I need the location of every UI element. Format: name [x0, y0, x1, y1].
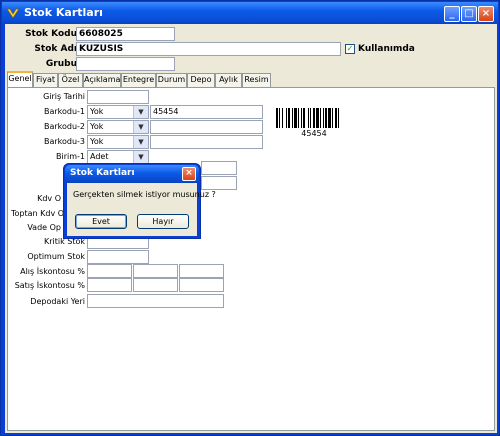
kdv-label: Kdv O [37, 194, 61, 203]
maximize-icon: □ [464, 8, 474, 19]
barcode-bars [276, 108, 339, 128]
birim1-value: Adet [90, 152, 109, 161]
giris-tarihi-field[interactable] [87, 90, 149, 104]
maximize-button[interactable]: □ [461, 6, 477, 22]
dialog-body: Gerçekten silmek istiyor musunuz ? Evet … [67, 183, 216, 236]
tab-aciklama[interactable]: Açıklama [83, 73, 121, 87]
checkmark-icon: ✓ [346, 44, 354, 53]
barcode-bar [335, 108, 337, 128]
alis-iskontosu-label: Alış İskontosu % [20, 267, 85, 276]
satis-iskontosu-3-field[interactable] [179, 278, 224, 292]
stok-kodu-label: Stok Kodu [25, 29, 77, 39]
tab-depo[interactable]: Depo [187, 73, 215, 87]
tab-durum[interactable]: Durum [156, 73, 187, 87]
barkod1-type-value: Yok [90, 107, 104, 116]
tab-fiyat[interactable]: Fiyat [33, 73, 58, 87]
barcode-bar [308, 108, 309, 128]
evet-button[interactable]: Evet [75, 214, 127, 229]
barkod1-label: Barkodu-1 [43, 107, 85, 116]
barcode-bar [294, 108, 297, 128]
stok-kodu-field[interactable]: 6608025 [76, 27, 175, 41]
barcode-bar [328, 108, 331, 128]
barcode-bar [279, 108, 280, 128]
barcode-bar [332, 108, 333, 128]
stok-adi-label: Stok Adı [34, 44, 77, 54]
giris-tarihi-label: Giriş Tarihi [43, 92, 85, 101]
chevron-down-icon: ▼ [133, 106, 148, 118]
barcode-bar [288, 108, 290, 128]
dialog-message: Gerçekten silmek istiyor musunuz ? [73, 190, 216, 199]
title-bar[interactable]: Stok Kartları _ □ × [2, 2, 498, 24]
close-button[interactable]: × [478, 6, 494, 22]
barcode-text: 45454 [301, 129, 327, 138]
chevron-down-icon: ▼ [133, 136, 148, 148]
barcode-bar [301, 108, 302, 128]
barkod1-field[interactable]: 45454 [150, 105, 263, 119]
satis-iskontosu-label: Satış İskontosu % [14, 281, 85, 290]
barkod3-field[interactable] [150, 135, 263, 149]
barcode-bar [325, 108, 327, 128]
birim1-select[interactable]: Adet ▼ [87, 150, 149, 164]
minimize-icon: _ [449, 8, 455, 19]
alis-iskontosu-2-field[interactable] [133, 264, 178, 278]
satis-iskontosu-1-field[interactable] [87, 278, 132, 292]
hayir-button[interactable]: Hayır [137, 214, 189, 229]
barcode-bar [292, 108, 293, 128]
barcode-bar [282, 108, 283, 128]
birim1-label: Birim-1 [56, 152, 85, 161]
birim2-field[interactable] [201, 161, 237, 175]
barcode-bar [286, 108, 287, 128]
barkod3-type-select[interactable]: Yok ▼ [87, 135, 149, 149]
barcode-bar [316, 108, 319, 128]
depodaki-yeri-label: Depodaki Yeri [30, 297, 85, 306]
dialog-close-button[interactable]: × [182, 167, 196, 181]
barkod2-label: Barkodu-2 [43, 122, 85, 131]
barcode-bar [303, 108, 305, 128]
chevron-down-icon: ▼ [133, 121, 148, 133]
app-logo-icon [6, 8, 20, 19]
barkod1-type-select[interactable]: Yok ▼ [87, 105, 149, 119]
tab-aylik[interactable]: Aylık [215, 73, 242, 87]
barcode-image: 45454 [266, 105, 362, 141]
grubu-label: Grubu [45, 59, 77, 69]
vade-label: Vade Op [27, 223, 61, 232]
barkod2-field[interactable] [150, 120, 263, 134]
barcode-bar [338, 108, 339, 128]
barkod2-type-value: Yok [90, 122, 104, 131]
barkod2-type-select[interactable]: Yok ▼ [87, 120, 149, 134]
barkod3-type-value: Yok [90, 137, 104, 146]
barcode-bar [276, 108, 278, 128]
dialog-title: Stok Kartları [70, 168, 135, 178]
tab-resim[interactable]: Resim [242, 73, 271, 87]
chevron-down-icon: ▼ [133, 151, 148, 163]
main-window: Stok Kartları _ □ × Stok Kodu 6608025 St… [0, 0, 500, 436]
alis-iskontosu-3-field[interactable] [179, 264, 224, 278]
barcode-bar [310, 108, 311, 128]
confirm-dialog: Stok Kartları × Gerçekten silmek istiyor… [63, 163, 216, 239]
kullanimda-label: Kullanımda [358, 44, 415, 54]
window-title: Stok Kartları [24, 6, 103, 19]
tab-genel[interactable]: Genel [7, 71, 33, 88]
grubu-field[interactable] [76, 57, 175, 71]
tab-entegre[interactable]: Entegre [121, 73, 156, 87]
birim3-field[interactable] [201, 176, 237, 190]
tab-ozel[interactable]: Özel [58, 73, 83, 87]
minimize-button[interactable]: _ [444, 6, 460, 22]
alis-iskontosu-1-field[interactable] [87, 264, 132, 278]
stok-adi-field[interactable]: KUZUSIS [76, 42, 341, 56]
dialog-title-bar[interactable]: Stok Kartları × [65, 165, 199, 183]
barcode-bar [313, 108, 315, 128]
kullanimda-checkbox[interactable]: ✓ [345, 44, 355, 54]
barcode-bar [323, 108, 324, 128]
optimum-stok-label: Optimum Stok [27, 252, 85, 261]
close-icon: × [185, 168, 193, 178]
barcode-bar [298, 108, 299, 128]
depodaki-yeri-field[interactable] [87, 294, 224, 308]
satis-iskontosu-2-field[interactable] [133, 278, 178, 292]
close-icon: × [481, 8, 491, 19]
barcode-bar [320, 108, 321, 128]
barkod3-label: Barkodu-3 [43, 137, 85, 146]
toptan-kdv-label: Toptan Kdv O [11, 209, 65, 218]
optimum-stok-field[interactable] [87, 250, 149, 264]
